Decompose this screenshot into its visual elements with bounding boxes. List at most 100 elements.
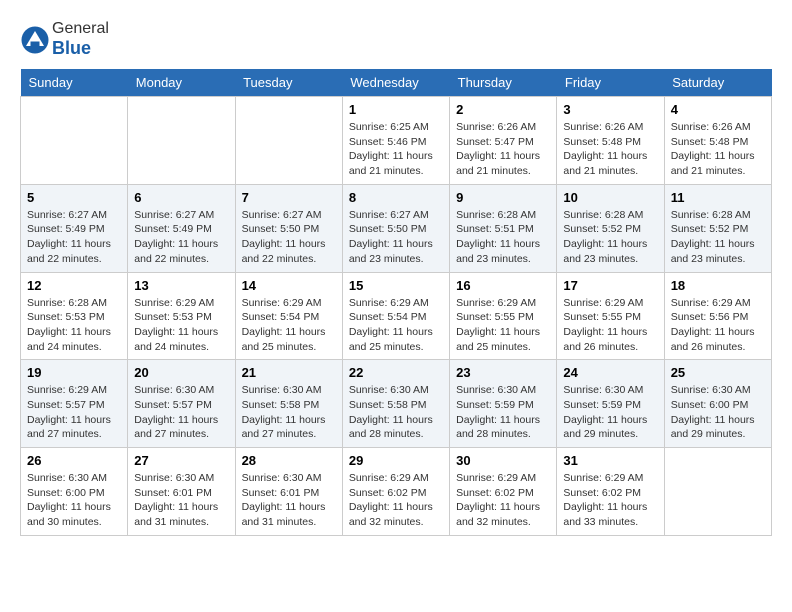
day-info: Sunrise: 6:28 AMSunset: 5:51 PMDaylight:… (456, 208, 550, 267)
day-number: 5 (27, 190, 121, 205)
calendar-cell: 19 Sunrise: 6:29 AMSunset: 5:57 PMDayligh… (21, 360, 128, 448)
day-number: 18 (671, 278, 765, 293)
logo-general-text: General (52, 20, 109, 37)
weekday-header: Monday (128, 69, 235, 97)
day-number: 3 (563, 102, 657, 117)
calendar-cell (235, 97, 342, 185)
day-number: 16 (456, 278, 550, 293)
day-info: Sunrise: 6:29 AMSunset: 5:53 PMDaylight:… (134, 296, 228, 355)
weekday-header: Wednesday (342, 69, 449, 97)
day-info: Sunrise: 6:29 AMSunset: 5:57 PMDaylight:… (27, 383, 121, 442)
day-info: Sunrise: 6:27 AMSunset: 5:50 PMDaylight:… (242, 208, 336, 267)
calendar-cell (21, 97, 128, 185)
calendar-cell: 13 Sunrise: 6:29 AMSunset: 5:53 PMDayligh… (128, 272, 235, 360)
day-number: 13 (134, 278, 228, 293)
day-info: Sunrise: 6:29 AMSunset: 6:02 PMDaylight:… (563, 471, 657, 530)
day-info: Sunrise: 6:30 AMSunset: 5:59 PMDaylight:… (456, 383, 550, 442)
page-header: General Blue (20, 20, 772, 59)
calendar-cell: 24 Sunrise: 6:30 AMSunset: 5:59 PMDayligh… (557, 360, 664, 448)
calendar-cell: 12 Sunrise: 6:28 AMSunset: 5:53 PMDayligh… (21, 272, 128, 360)
day-number: 15 (349, 278, 443, 293)
day-number: 2 (456, 102, 550, 117)
calendar-cell: 14 Sunrise: 6:29 AMSunset: 5:54 PMDayligh… (235, 272, 342, 360)
day-number: 10 (563, 190, 657, 205)
day-number: 22 (349, 365, 443, 380)
calendar-cell: 23 Sunrise: 6:30 AMSunset: 5:59 PMDayligh… (450, 360, 557, 448)
weekday-header: Saturday (664, 69, 771, 97)
day-number: 29 (349, 453, 443, 468)
day-info: Sunrise: 6:29 AMSunset: 6:02 PMDaylight:… (456, 471, 550, 530)
day-info: Sunrise: 6:29 AMSunset: 6:02 PMDaylight:… (349, 471, 443, 530)
calendar-cell: 17 Sunrise: 6:29 AMSunset: 5:55 PMDayligh… (557, 272, 664, 360)
calendar-cell: 31 Sunrise: 6:29 AMSunset: 6:02 PMDayligh… (557, 448, 664, 536)
day-number: 8 (349, 190, 443, 205)
day-number: 12 (27, 278, 121, 293)
calendar-cell: 29 Sunrise: 6:29 AMSunset: 6:02 PMDayligh… (342, 448, 449, 536)
calendar-cell: 28Sunrise: 6:30 AMSunset: 6:01 PMDayligh… (235, 448, 342, 536)
weekday-header: Thursday (450, 69, 557, 97)
calendar-cell (664, 448, 771, 536)
calendar-week-row: 5 Sunrise: 6:27 AMSunset: 5:49 PMDaylight… (21, 184, 772, 272)
calendar-cell: 3 Sunrise: 6:26 AMSunset: 5:48 PMDaylight… (557, 97, 664, 185)
calendar-cell: 30Sunrise: 6:29 AMSunset: 6:02 PMDayligh… (450, 448, 557, 536)
calendar-cell: 20Sunrise: 6:30 AMSunset: 5:57 PMDayligh… (128, 360, 235, 448)
day-number: 26 (27, 453, 121, 468)
calendar-cell: 27 Sunrise: 6:30 AMSunset: 6:01 PMDayligh… (128, 448, 235, 536)
calendar-cell: 8 Sunrise: 6:27 AMSunset: 5:50 PMDaylight… (342, 184, 449, 272)
day-info: Sunrise: 6:26 AMSunset: 5:48 PMDaylight:… (563, 120, 657, 179)
calendar-table: SundayMondayTuesdayWednesdayThursdayFrid… (20, 69, 772, 536)
day-info: Sunrise: 6:30 AMSunset: 5:58 PMDaylight:… (349, 383, 443, 442)
day-info: Sunrise: 6:26 AMSunset: 5:47 PMDaylight:… (456, 120, 550, 179)
calendar-cell: 1Sunrise: 6:25 AMSunset: 5:46 PMDaylight… (342, 97, 449, 185)
logo-blue-text: Blue (52, 38, 91, 58)
day-number: 19 (27, 365, 121, 380)
day-info: Sunrise: 6:30 AMSunset: 5:59 PMDaylight:… (563, 383, 657, 442)
day-info: Sunrise: 6:30 AMSunset: 5:57 PMDaylight:… (134, 383, 228, 442)
day-info: Sunrise: 6:29 AMSunset: 5:54 PMDaylight:… (349, 296, 443, 355)
calendar-cell (128, 97, 235, 185)
day-number: 6 (134, 190, 228, 205)
day-number: 31 (563, 453, 657, 468)
day-info: Sunrise: 6:29 AMSunset: 5:55 PMDaylight:… (563, 296, 657, 355)
day-info: Sunrise: 6:27 AMSunset: 5:49 PMDaylight:… (27, 208, 121, 267)
day-number: 24 (563, 365, 657, 380)
day-number: 1 (349, 102, 443, 117)
calendar-cell: 9 Sunrise: 6:28 AMSunset: 5:51 PMDaylight… (450, 184, 557, 272)
calendar-cell: 2 Sunrise: 6:26 AMSunset: 5:47 PMDaylight… (450, 97, 557, 185)
calendar-cell: 7 Sunrise: 6:27 AMSunset: 5:50 PMDaylight… (235, 184, 342, 272)
calendar-cell: 25Sunrise: 6:30 AMSunset: 6:00 PMDayligh… (664, 360, 771, 448)
day-number: 11 (671, 190, 765, 205)
calendar-week-row: 1Sunrise: 6:25 AMSunset: 5:46 PMDaylight… (21, 97, 772, 185)
weekday-header: Tuesday (235, 69, 342, 97)
weekday-header: Sunday (21, 69, 128, 97)
calendar-cell: 15 Sunrise: 6:29 AMSunset: 5:54 PMDayligh… (342, 272, 449, 360)
day-number: 17 (563, 278, 657, 293)
day-info: Sunrise: 6:27 AMSunset: 5:50 PMDaylight:… (349, 208, 443, 267)
logo: General Blue (20, 20, 109, 59)
day-info: Sunrise: 6:30 AMSunset: 6:01 PMDaylight:… (242, 471, 336, 530)
calendar-cell: 10Sunrise: 6:28 AMSunset: 5:52 PMDayligh… (557, 184, 664, 272)
calendar-week-row: 12 Sunrise: 6:28 AMSunset: 5:53 PMDayligh… (21, 272, 772, 360)
day-info: Sunrise: 6:30 AMSunset: 6:00 PMDaylight:… (27, 471, 121, 530)
day-info: Sunrise: 6:30 AMSunset: 6:01 PMDaylight:… (134, 471, 228, 530)
day-info: Sunrise: 6:28 AMSunset: 5:52 PMDaylight:… (671, 208, 765, 267)
day-number: 23 (456, 365, 550, 380)
day-number: 21 (242, 365, 336, 380)
day-number: 9 (456, 190, 550, 205)
calendar-cell: 22 Sunrise: 6:30 AMSunset: 5:58 PMDayligh… (342, 360, 449, 448)
day-number: 14 (242, 278, 336, 293)
weekday-header-row: SundayMondayTuesdayWednesdayThursdayFrid… (21, 69, 772, 97)
day-number: 27 (134, 453, 228, 468)
calendar-cell: 21Sunrise: 6:30 AMSunset: 5:58 PMDayligh… (235, 360, 342, 448)
calendar-cell: 6 Sunrise: 6:27 AMSunset: 5:49 PMDaylight… (128, 184, 235, 272)
calendar-cell: 4Sunrise: 6:26 AMSunset: 5:48 PMDaylight… (664, 97, 771, 185)
calendar-cell: 5 Sunrise: 6:27 AMSunset: 5:49 PMDaylight… (21, 184, 128, 272)
day-number: 25 (671, 365, 765, 380)
day-info: Sunrise: 6:28 AMSunset: 5:53 PMDaylight:… (27, 296, 121, 355)
calendar-week-row: 26 Sunrise: 6:30 AMSunset: 6:00 PMDayligh… (21, 448, 772, 536)
day-info: Sunrise: 6:29 AMSunset: 5:54 PMDaylight:… (242, 296, 336, 355)
day-info: Sunrise: 6:27 AMSunset: 5:49 PMDaylight:… (134, 208, 228, 267)
day-info: Sunrise: 6:29 AMSunset: 5:56 PMDaylight:… (671, 296, 765, 355)
day-number: 7 (242, 190, 336, 205)
day-info: Sunrise: 6:26 AMSunset: 5:48 PMDaylight:… (671, 120, 765, 179)
